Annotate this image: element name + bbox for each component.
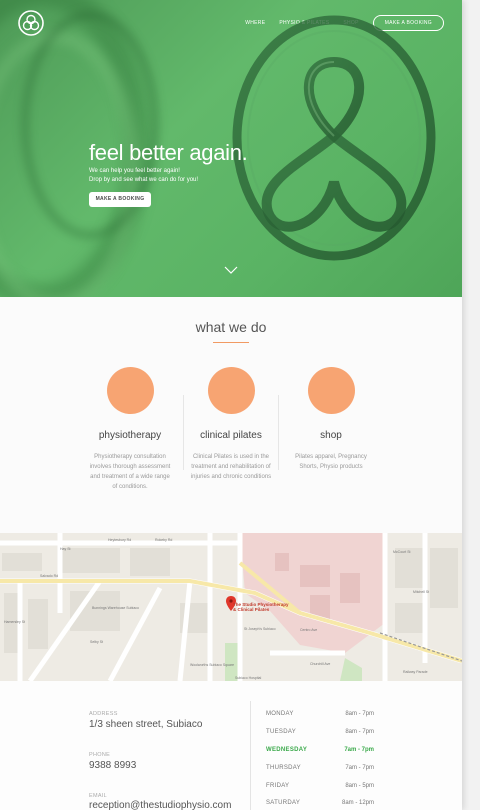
map-street-label: McCourt St (393, 550, 411, 554)
email-label: EMAIL (89, 793, 108, 799)
hours-time: 7am - 7pm (345, 765, 374, 771)
service-icon (207, 367, 255, 414)
hours-row: MONDAY 8am - 7pm (266, 711, 374, 717)
map-street-label: Hamersley St (4, 620, 25, 624)
service-icon (307, 367, 355, 414)
hours-day: MONDAY (266, 711, 294, 717)
map-street-label: Heytesbury Rd (108, 538, 131, 542)
hours-time: 8am - 7pm (345, 729, 374, 735)
map-street-label: St Joseph's Subiaco (244, 627, 276, 631)
chevron-down-icon[interactable] (224, 266, 238, 274)
contact-section: ADDRESS 1/3 sheen street, Subiaco PHONE … (0, 681, 462, 810)
service-name: shop (320, 430, 342, 441)
hours-day: THURSDAY (266, 765, 301, 771)
title-underline (213, 342, 249, 343)
logo-icon[interactable] (18, 10, 44, 36)
hours-day: FRIDAY (266, 783, 290, 789)
hours-time: 7am - 7pm (344, 747, 374, 753)
hero-subtitle-line: Drop by and see what we can do for you! (89, 177, 199, 183)
phone-label: PHONE (89, 752, 111, 758)
hours-day: SATURDAY (266, 800, 301, 806)
hours-row: THURSDAY 7am - 7pm (266, 765, 374, 771)
map-marker-label: & Clinical Pilates (233, 607, 270, 612)
map-street-label: Centro Ave (300, 628, 317, 632)
map-street-label: Hay St (60, 547, 71, 551)
map-street-label: Rokeby Rd (155, 538, 172, 542)
hours-row: FRIDAY 8am - 5pm (266, 783, 374, 789)
hours-time: 8am - 7pm (345, 711, 374, 717)
hero-section: WHERE PHYSIO & PILATES SHOP MAKE A BOOKI… (0, 0, 462, 297)
hours-row-today: WEDNESDAY 7am - 7pm (266, 747, 374, 753)
address-label: ADDRESS (89, 711, 118, 717)
map-street-label: Mitchell St (413, 590, 429, 594)
location-map[interactable]: The Studio Physiotherapy & Clinical Pila… (0, 533, 462, 681)
hero-subtitle-line: We can help you feel better again! (89, 168, 180, 174)
hours-day: TUESDAY (266, 729, 296, 735)
map-street-label: Bunnings Warehouse Subiaco (92, 606, 139, 610)
hours-day: WEDNESDAY (266, 747, 308, 753)
brand-mark-icon (232, 15, 436, 261)
hours-row: SATURDAY 8am - 12pm (266, 800, 374, 806)
hours-time: 8am - 12pm (341, 800, 374, 806)
hours-time: 8am - 5pm (345, 783, 374, 789)
email-value[interactable]: reception@thestudiophysio.com (89, 800, 231, 810)
map-street-label: Salvado Rd (40, 574, 58, 578)
hero-booking-button[interactable]: MAKE A BOOKING (89, 192, 151, 207)
map-street-label: Selby St (90, 640, 103, 644)
map-street-label: Woolworths Subiaco Square (190, 663, 234, 667)
section-title: what we do (195, 319, 267, 335)
divider (250, 701, 251, 810)
service-shop[interactable]: shop Pilates apparel, Pregnancy Shorts, … (271, 367, 391, 472)
page: WHERE PHYSIO & PILATES SHOP MAKE A BOOKI… (0, 0, 462, 810)
map-street-label: Churchill Ave (310, 662, 330, 666)
address-value: 1/3 sheen street, Subiaco (89, 719, 203, 730)
phone-value[interactable]: 9388 8993 (89, 760, 136, 771)
hero-title: feel better again. (89, 140, 248, 165)
map-canvas[interactable]: The Studio Physiotherapy & Clinical Pila… (0, 533, 462, 681)
service-description: Pilates apparel, Pregnancy Shorts, Physi… (295, 454, 367, 470)
service-icon (106, 367, 154, 414)
map-street-label: Subiaco Hospital (235, 676, 261, 680)
map-street-label: Railway Parade (403, 670, 428, 674)
hours-row: TUESDAY 8am - 7pm (266, 729, 374, 735)
what-we-do-section: what we do physiotherapy Physiotherapy c… (0, 297, 462, 533)
hero-subtitle: We can help you feel better again! Drop … (89, 167, 198, 185)
